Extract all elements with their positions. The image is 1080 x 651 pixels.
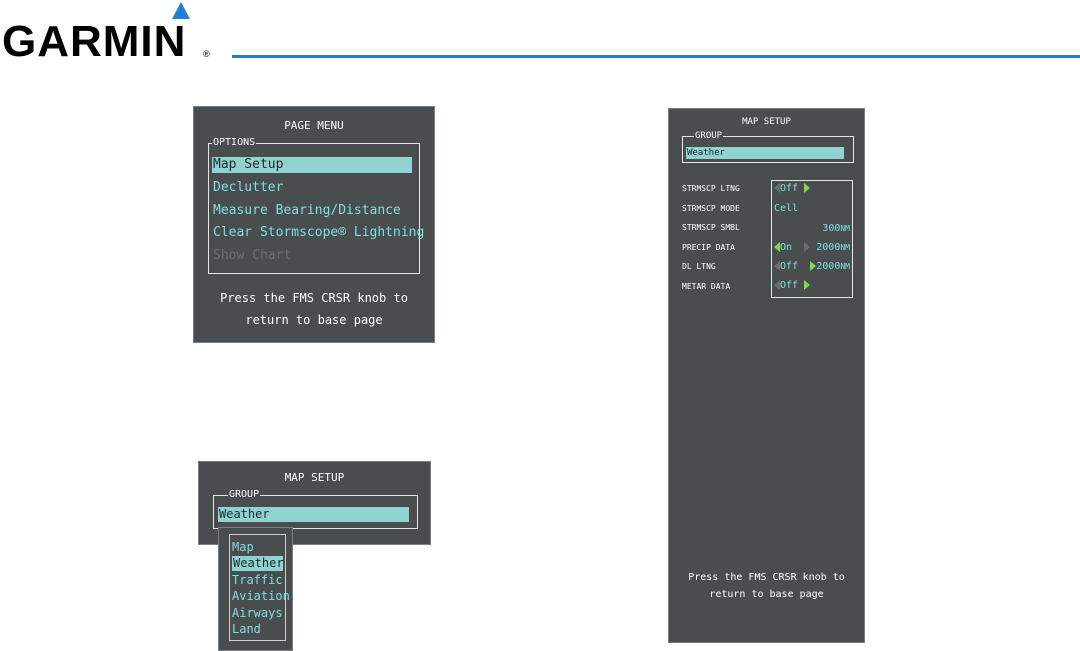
options-group-box: OPTIONS Map Setup Declutter Measure Bear… bbox=[208, 137, 424, 274]
group-dropdown-list: Map Weather Traffic Aviation Airways Lan… bbox=[218, 527, 293, 651]
map-setup-group-title: MAP SETUP bbox=[284, 471, 345, 484]
arrow-right-icon bbox=[804, 280, 811, 290]
row-label-dl-ltng: DL LTNG bbox=[682, 262, 716, 271]
precip-data-range: 2000 bbox=[816, 242, 841, 253]
arrow-right-icon bbox=[804, 183, 811, 193]
row-label-strmscp-mode: STRMSCP MODE bbox=[682, 204, 740, 213]
row-label-strmscp-smbl: STRMSCP SMBL bbox=[682, 223, 740, 232]
weather-footer-line2: return to base page bbox=[709, 589, 824, 600]
weather-group-box: GROUP Weather bbox=[682, 131, 854, 163]
weather-group-field[interactable]: Weather bbox=[686, 147, 844, 159]
row-label-metar-data: METAR DATA bbox=[682, 282, 731, 291]
group-option-aviation[interactable]: Aviation bbox=[232, 589, 290, 603]
weather-group-label: GROUP bbox=[694, 131, 724, 141]
strmscp-smbl-field[interactable]: 300NM bbox=[822, 223, 850, 235]
page-menu-footer-line1: Press the FMS CRSR knob to bbox=[220, 291, 408, 305]
group-option-weather[interactable]: Weather bbox=[232, 556, 283, 571]
page-menu-panel: PAGE MENU OPTIONS Map Setup Declutter Me… bbox=[193, 106, 435, 343]
strmscp-ltng-value: Off bbox=[780, 183, 799, 194]
options-group-label: OPTIONS bbox=[212, 137, 257, 149]
group-option-airways[interactable]: Airways bbox=[232, 606, 283, 620]
registered-mark: ® bbox=[203, 49, 210, 59]
strmscp-smbl-range: 300 bbox=[822, 223, 841, 234]
precip-data-unit: NM bbox=[840, 243, 850, 252]
menu-item-measure-bearing-distance[interactable]: Measure Bearing/Distance bbox=[213, 203, 401, 218]
group-box: GROUP Weather bbox=[213, 489, 418, 529]
group-field[interactable]: Weather bbox=[218, 507, 409, 522]
row-label-precip-data: PRECIP DATA bbox=[682, 243, 735, 252]
page-menu-footer-line2: return to base page bbox=[245, 313, 383, 327]
menu-item-show-chart: Show Chart bbox=[213, 248, 292, 263]
map-setup-weather-title: MAP SETUP bbox=[742, 117, 791, 127]
metar-data-value: Off bbox=[780, 280, 799, 291]
precip-data-range-field[interactable]: 2000NM bbox=[804, 242, 850, 254]
precip-data-field[interactable]: On bbox=[774, 242, 792, 254]
row-label-strmscp-ltng: STRMSCP LTNG bbox=[682, 184, 740, 193]
strmscp-ltng-field[interactable]: Off bbox=[774, 183, 811, 195]
header-rule bbox=[232, 55, 1080, 58]
dl-ltng-field[interactable]: Off bbox=[774, 261, 798, 273]
metar-data-field[interactable]: Off bbox=[774, 280, 811, 292]
group-dropdown-box: Map Weather Traffic Aviation Airways Lan… bbox=[229, 534, 290, 641]
menu-item-declutter[interactable]: Declutter bbox=[213, 180, 283, 195]
group-option-traffic[interactable]: Traffic bbox=[232, 573, 283, 587]
garmin-logo: GARMIN bbox=[2, 17, 187, 66]
dl-ltng-value: Off bbox=[780, 261, 799, 272]
group-option-land[interactable]: Land bbox=[232, 622, 261, 636]
dl-ltng-range-field[interactable]: 2000NM bbox=[810, 261, 850, 273]
menu-item-map-setup[interactable]: Map Setup bbox=[212, 157, 412, 173]
arrow-right-icon bbox=[804, 242, 811, 252]
group-option-map[interactable]: Map bbox=[232, 540, 254, 554]
strmscp-mode-value[interactable]: Cell bbox=[774, 203, 798, 215]
strmscp-smbl-unit: NM bbox=[840, 224, 850, 233]
menu-item-clear-stormscope-lightning[interactable]: Clear Stormscope® Lightning bbox=[213, 225, 424, 240]
group-label: GROUP bbox=[228, 489, 261, 501]
weather-footer-line1: Press the FMS CRSR knob to bbox=[688, 572, 845, 583]
page-menu-title: PAGE MENU bbox=[284, 119, 344, 132]
map-setup-weather-panel: MAP SETUP GROUP Weather STRMSCP LTNG STR… bbox=[668, 108, 865, 643]
dl-ltng-unit: NM bbox=[840, 262, 850, 271]
dl-ltng-range: 2000 bbox=[816, 261, 841, 272]
precip-data-value: On bbox=[780, 242, 793, 253]
weather-values-box: Off Cell 300NM On 2000NM Off 2000NM Off bbox=[771, 180, 853, 298]
